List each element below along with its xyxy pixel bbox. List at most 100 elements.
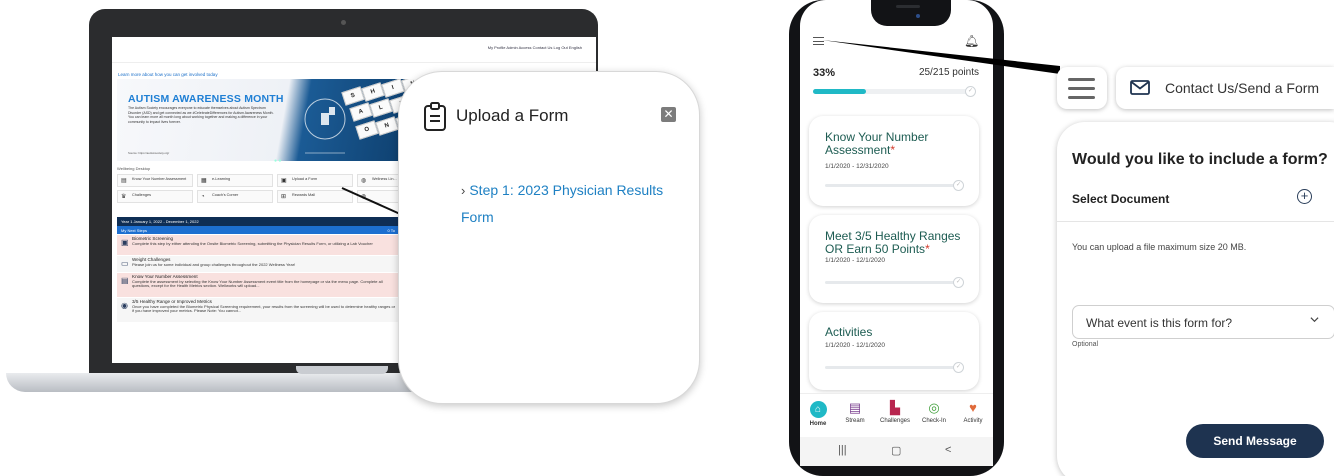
step-row-assessment[interactable]: ▤ Know Your Number Assessment Complete t… [117, 273, 399, 297]
activity-icon: ♥ [969, 400, 977, 415]
check-circle-icon: ✓ [953, 180, 964, 191]
nav-label: Home [809, 421, 827, 427]
required-mark: * [925, 242, 930, 256]
nav-label: Stream [845, 418, 865, 424]
event-card[interactable]: Know Your Number Assessment* 1/1/2020 - … [809, 116, 979, 206]
event-select[interactable]: What event is this form for? [1072, 305, 1334, 339]
upload-form-popup: Upload a Form ✕ › Step 1: 2023 Physician … [398, 71, 700, 404]
nav-activity[interactable]: ♥ Activity [956, 400, 990, 424]
event-card-date: 1/1/2020 - 12/31/2020 [825, 163, 889, 170]
home-circle-icon[interactable]: ▢ [891, 444, 901, 457]
nav-label: Check-In [921, 418, 946, 424]
grid-tile-label: Rewards Mall [292, 193, 315, 197]
elearning-icon: ▦ [201, 178, 207, 184]
add-document-button[interactable]: + [1297, 189, 1312, 204]
upload-step-link[interactable]: › Step 1: 2023 Physician Results Form [461, 177, 681, 231]
upload-step-label: Step 1: 2023 Physician Results Form [461, 182, 664, 225]
nav-home[interactable]: ⌂ Home [801, 400, 835, 427]
banner-title: AUTISM AWARENESS MONTH [128, 93, 284, 105]
cart-icon: ⊞ [281, 194, 287, 200]
contact-us-label: Contact Us/Send a Form [1165, 80, 1320, 96]
step-row-metrics[interactable]: ◉ 3/5 Healthy Range or Improved Metrics … [117, 298, 399, 322]
event-select-value: What event is this form for? [1086, 316, 1233, 330]
coach-icon: ◔ [201, 194, 205, 200]
chevron-right-icon: › [461, 183, 466, 198]
nav-label: Activity [963, 418, 983, 424]
event-card-title: Meet 3/5 Healthy Ranges OR Earn 50 Point… [825, 230, 975, 256]
grid-tile-label: Challenges [132, 193, 151, 197]
grid-tile-elearning[interactable]: ▦ e-Learning [197, 174, 273, 187]
form-question: Would you like to include a form? [1072, 151, 1328, 168]
nav-checkin[interactable]: ◎ Check-In [917, 400, 951, 424]
required-mark: * [890, 143, 896, 157]
optional-hint: Optional [1072, 341, 1099, 348]
event-card-title: Know Your Number Assessment* [825, 131, 975, 157]
row-desc: Complete the assessment by selecting the… [132, 278, 383, 289]
phone-notch [871, 0, 951, 26]
calendar-icon: ▭ [121, 259, 129, 268]
step-row-biometric[interactable]: ▣ Biometric Screening Complete this step… [117, 235, 399, 255]
event-card[interactable]: Meet 3/5 Healthy Ranges OR Earn 50 Point… [809, 215, 979, 303]
event-card-progress [825, 184, 961, 187]
callout-pointer-phone [822, 40, 1060, 74]
event-card-title: Activities [825, 326, 975, 339]
laptop-trackpad-notch [296, 366, 388, 374]
globe-icon: ◍ [361, 178, 367, 184]
back-icon[interactable]: < [945, 444, 951, 456]
event-card-title-text: Know Your Number Assessment [825, 130, 929, 157]
next-steps-count: 0 To [387, 228, 396, 233]
select-document-label: Select Document [1072, 192, 1170, 206]
upload-popup-title: Upload a Form [456, 106, 569, 125]
banner-source: Source: https://autismsociety.org/ [128, 151, 170, 155]
step-row-weight[interactable]: ▭ Weight Challenges Please join us for s… [117, 256, 399, 272]
chevron-down-icon [1310, 317, 1319, 323]
banner-text: The Autism Society encourages everyone t… [128, 106, 274, 124]
check-circle-icon: ✓ [953, 362, 964, 373]
max-size-note: You can upload a file maximum size 20 MB… [1072, 242, 1247, 252]
event-card[interactable]: Activities 1/1/2020 - 12/1/2020 ✓ [809, 312, 979, 390]
carousel-dots[interactable]: ● ● [274, 158, 281, 164]
nav-stream[interactable]: ▤ Stream [838, 400, 872, 424]
envelope-icon [1130, 80, 1150, 95]
grid-tile-challenges[interactable]: ♛ Challenges [117, 190, 193, 203]
challenges-icon: ▙ [890, 400, 900, 415]
grid-tile-coaches-corner[interactable]: ◔ Coach's Corner [197, 190, 273, 203]
autism-banner[interactable]: AUTISM AWARENESS MONTH The Autism Societ… [117, 79, 417, 161]
close-button[interactable]: ✕ [661, 107, 676, 122]
grid-tile-label: Wellness Lin... [372, 177, 397, 181]
stream-icon: ▤ [848, 400, 862, 415]
metrics-icon: ◉ [121, 301, 128, 310]
grid-tile-know-your-number[interactable]: ▤ Know Your Number Assessment [117, 174, 193, 187]
learn-more-link[interactable]: Learn more about how you can get involve… [118, 72, 218, 77]
event-card-progress [825, 281, 961, 284]
check-circle-icon: ✓ [953, 277, 964, 288]
progress-bar-fill [813, 89, 866, 94]
trophy-icon: ♛ [121, 194, 127, 200]
grid-tile-label: Coach's Corner [212, 193, 239, 197]
clipboard-icon [424, 102, 446, 131]
grid-tile-label: Upload a Form [292, 177, 318, 181]
section-label: Wellbeing Desktop [117, 166, 151, 171]
upload-form-icon: ▣ [281, 178, 287, 184]
nav-label: Challenges [879, 418, 911, 424]
progress-bar [813, 89, 973, 94]
recents-icon[interactable]: ||| [838, 444, 847, 456]
grid-tile-label: e-Learning [212, 177, 231, 181]
nav-challenges[interactable]: ▙ Challenges [878, 400, 912, 424]
menu-tile[interactable] [1057, 67, 1107, 109]
row-desc: Please join us for some individual and g… [132, 261, 296, 267]
event-card-date: 1/1/2020 - 12/1/2020 [825, 342, 885, 349]
send-message-button[interactable]: Send Message [1186, 424, 1324, 458]
check-circle-icon: ✓ [965, 86, 976, 97]
contact-us-menu-item[interactable]: Contact Us/Send a Form [1116, 67, 1334, 109]
top-links[interactable]: My Profile Admin Access Contact Us Log O… [488, 45, 582, 50]
event-card-title-text: Activities [825, 325, 873, 339]
form-panel: Would you like to include a form? Select… [1057, 122, 1334, 476]
event-card-progress [825, 366, 961, 369]
row-desc: Once you have completed the Biometric Ph… [132, 303, 396, 314]
event-card-date: 1/1/2020 - 12/1/2020 [825, 257, 885, 264]
event-card-title-text: Meet 3/5 Healthy Ranges OR Earn 50 Point… [825, 229, 961, 256]
site-topbar: My Profile Admin Access Contact Us Log O… [112, 37, 596, 63]
home-icon: ⌂ [801, 400, 835, 418]
bottom-nav: ⌂ Home ▤ Stream ▙ Challenges ◎ Check-In … [800, 393, 993, 435]
